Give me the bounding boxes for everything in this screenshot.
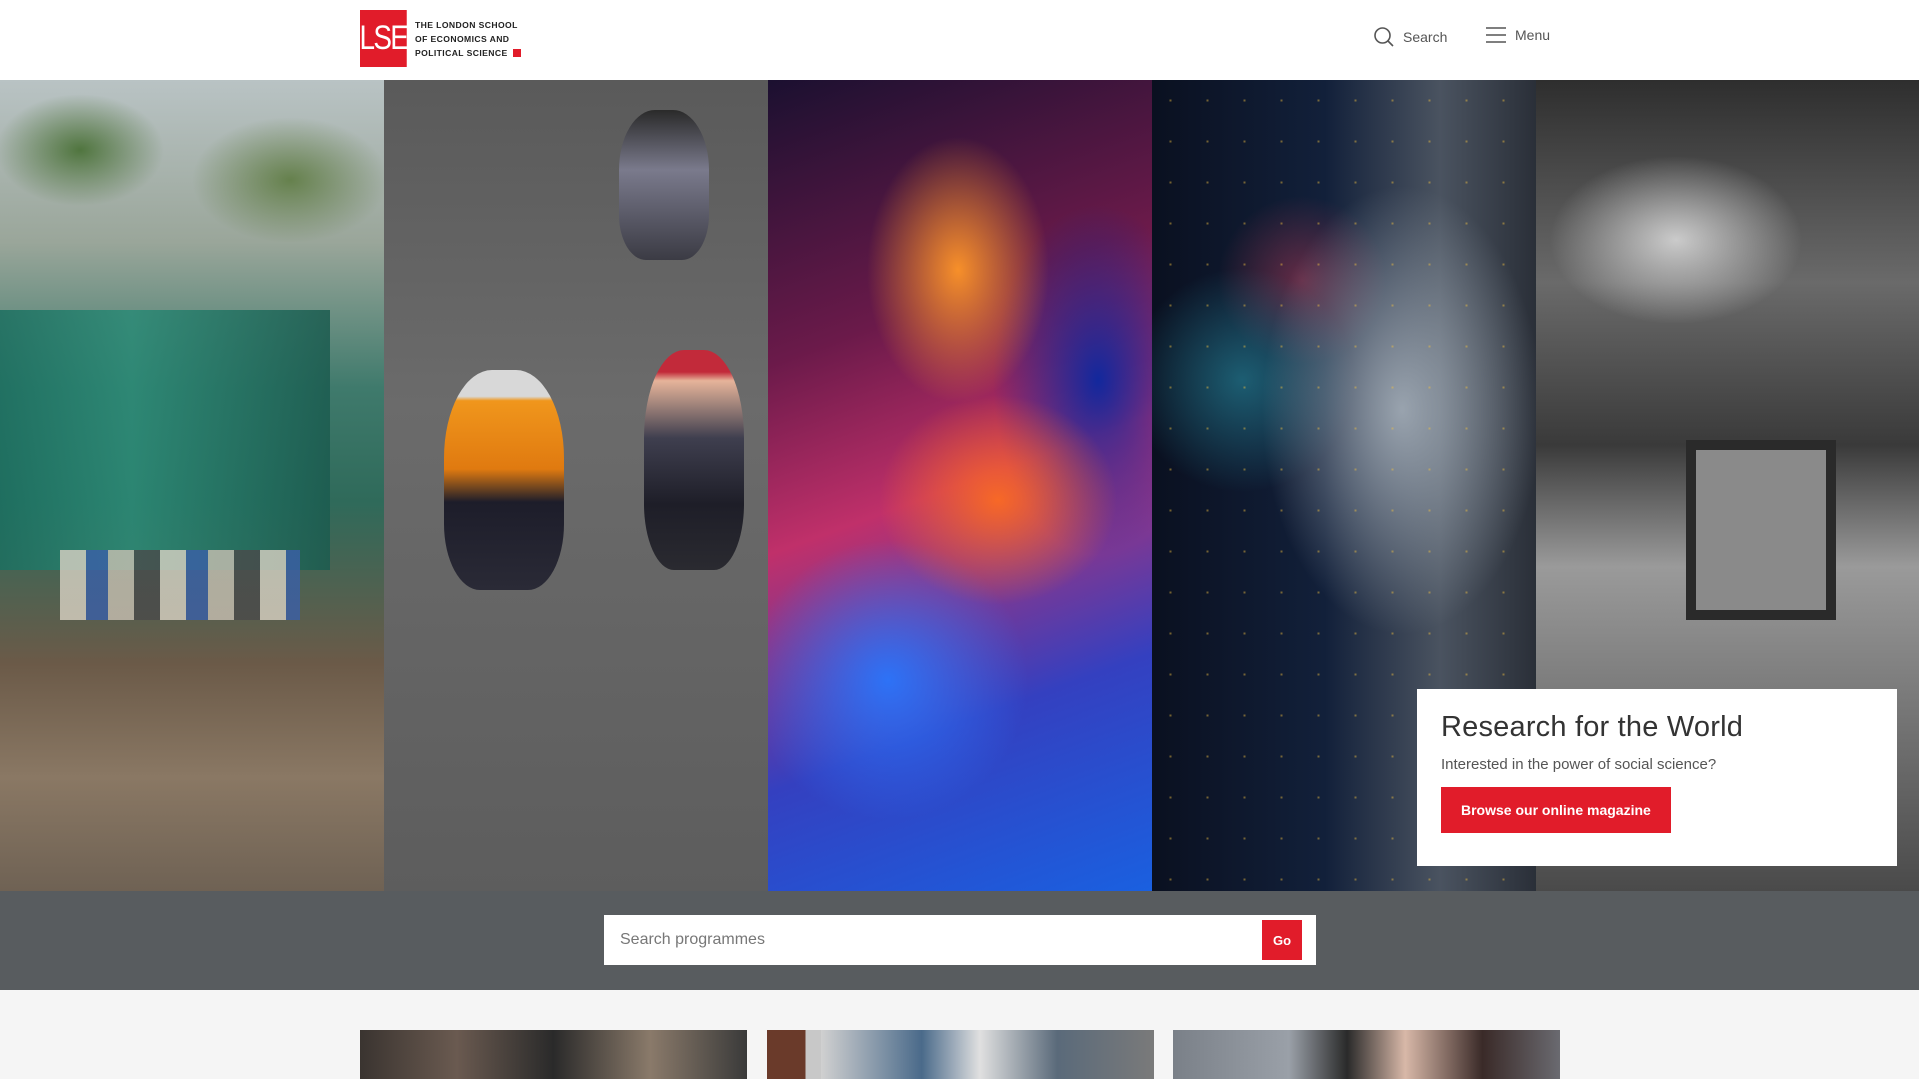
programme-search-box: Go [604, 915, 1316, 965]
logo-line-1: The London School [415, 19, 518, 30]
programme-search-input[interactable] [604, 915, 1262, 965]
lse-logo[interactable]: LSE The London School of Economics and P… [359, 10, 521, 67]
browse-magazine-button[interactable]: Browse our online magazine [1441, 787, 1671, 833]
hero-image-storm-damaged-house [0, 80, 384, 891]
logo-line-3: Political Science [415, 47, 508, 58]
programme-search-go-button[interactable]: Go [1262, 920, 1302, 960]
feature-tile-image[interactable] [1173, 1030, 1560, 1079]
hero-image-cyclists [384, 80, 768, 891]
cyclist-figure [644, 350, 744, 570]
feature-tiles-row [0, 990, 1919, 1079]
header-menu-button[interactable]: Menu [1485, 26, 1550, 44]
logo-line-2: of Economics and [415, 33, 510, 44]
cyclist-figure [619, 110, 709, 260]
lse-logo-wordmark: The London School of Economics and Polit… [415, 18, 521, 60]
site-header: LSE The London School of Economics and P… [0, 0, 1919, 80]
cyclist-figure [444, 370, 564, 590]
feature-tile-image[interactable] [767, 1030, 1154, 1079]
feature-tile-image[interactable] [360, 1030, 747, 1079]
hero-card-title: Research for the World [1441, 711, 1744, 743]
hero-card-subtitle: Interested in the power of social scienc… [1441, 756, 1717, 773]
hero-callout-card: Research for the World Interested in the… [1417, 689, 1897, 866]
programme-search-band: Go [0, 891, 1919, 990]
header-menu-label: Menu [1515, 27, 1551, 43]
hero-image-dancer [768, 80, 1152, 891]
header-search-button[interactable]: Search [1373, 26, 1447, 48]
hero-banner: Research for the World Interested in the… [0, 80, 1919, 891]
hamburger-menu-icon [1486, 27, 1506, 43]
lse-logo-mark: LSE [359, 10, 409, 67]
logo-square-icon [512, 48, 521, 57]
header-search-label: Search [1403, 29, 1448, 45]
search-icon [1374, 27, 1394, 47]
